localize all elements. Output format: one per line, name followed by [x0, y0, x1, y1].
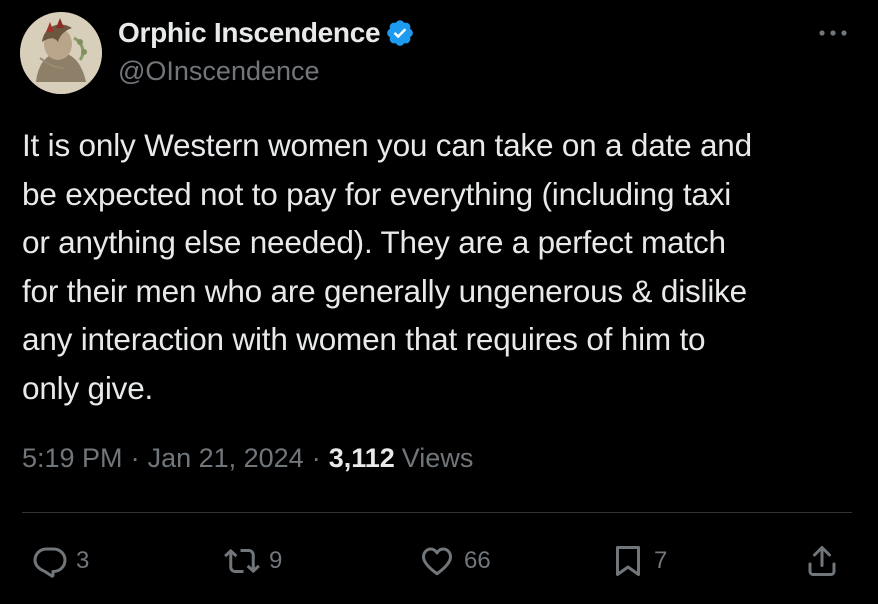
- more-horizontal-icon[interactable]: [816, 18, 850, 48]
- bookmark-icon: [616, 546, 640, 576]
- tweet-text-line: any interaction with women that requires…: [22, 321, 706, 357]
- tweet-time[interactable]: 5:19 PM: [22, 443, 123, 474]
- heart-icon: [422, 547, 452, 576]
- share-icon: [808, 546, 836, 576]
- reply-icon: [33, 547, 67, 578]
- tweet-text-line: or anything else needed). They are a per…: [22, 224, 726, 260]
- tweet-card: Orphic Inscendence @OInscendence It is o…: [0, 0, 878, 604]
- like-button[interactable]: 66: [418, 538, 491, 584]
- avatar-image: [20, 12, 102, 94]
- author-display-name[interactable]: Orphic Inscendence: [118, 17, 381, 49]
- reply-button[interactable]: 3: [32, 538, 89, 584]
- retweet-icon: [224, 548, 260, 574]
- tweet-text-line: for their men who are generally ungenero…: [22, 272, 748, 309]
- avatar[interactable]: [20, 12, 102, 94]
- tweet-text: It is only Western women you can take on…: [22, 121, 852, 412]
- tweet-text-line: only give.: [22, 369, 154, 406]
- meta-separator: ·: [130, 443, 140, 473]
- tweet-meta: 5:19 PM · Jan 21, 2024 · 3,112 Views: [22, 443, 473, 474]
- tweet-text-line: be expected not to pay for everything (i…: [22, 175, 732, 212]
- reply-count: 3: [76, 547, 90, 574]
- bookmark-count: 7: [654, 547, 668, 574]
- like-count: 66: [464, 547, 491, 574]
- action-bar: 3 9 66 7: [0, 538, 878, 588]
- tweet-date[interactable]: Jan 21, 2024: [148, 443, 304, 474]
- tweet-text-line: It is only Western women you can take on…: [22, 127, 752, 163]
- views-label[interactable]: Views: [402, 443, 474, 474]
- meta-separator: ·: [311, 443, 321, 473]
- verified-badge-icon[interactable]: [385, 18, 415, 48]
- author-handle[interactable]: @OInscendence: [118, 56, 320, 87]
- author-name-row: Orphic Inscendence: [118, 14, 415, 52]
- retweet-button[interactable]: 9: [223, 538, 282, 584]
- views-count[interactable]: 3,112: [329, 443, 395, 474]
- share-button[interactable]: [804, 538, 840, 584]
- bookmark-button[interactable]: 7: [610, 538, 667, 584]
- divider: [22, 512, 852, 513]
- retweet-count: 9: [269, 547, 283, 574]
